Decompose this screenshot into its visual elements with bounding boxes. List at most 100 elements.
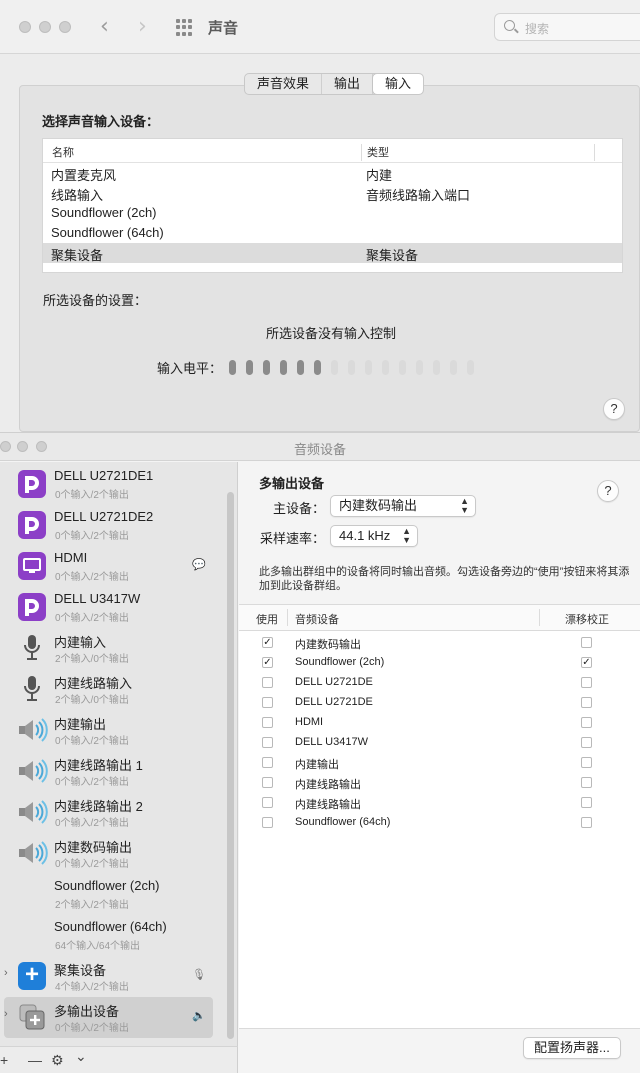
use-checkbox[interactable] (262, 797, 273, 808)
remove-device-button[interactable]: — (28, 1052, 42, 1068)
back-arrow-icon[interactable]: ‹ (100, 14, 109, 39)
use-checkbox[interactable] (262, 677, 273, 688)
help-button[interactable]: ? (603, 398, 625, 420)
tab-output[interactable]: 输出 (322, 74, 374, 94)
use-checkbox[interactable] (262, 697, 273, 708)
master-device-select[interactable]: 内建数码输出 ▲ ▼ (330, 495, 476, 517)
device-name: 内置麦克风 (51, 168, 117, 183)
disclosure-triangle-icon[interactable]: › (4, 967, 8, 979)
drift-correction-checkbox[interactable] (581, 697, 592, 708)
sidebar-item[interactable]: 内建数码输出 0个输入/2个输出 (0, 833, 225, 874)
tab-input[interactable]: 输入 (373, 74, 424, 94)
table-row[interactable]: Soundflower (2ch) (43, 203, 622, 223)
sidebar-item-label: DELL U2721DE1 (54, 468, 154, 483)
use-checkbox[interactable] (262, 777, 273, 788)
table-row: 内建输出 (239, 753, 640, 773)
drift-correction-checkbox[interactable] (581, 677, 592, 688)
close-window-button[interactable] (19, 21, 31, 33)
column-use-header[interactable]: 使用 (256, 611, 278, 627)
device-title: 多输出设备 (259, 476, 325, 491)
sidebar-item[interactable]: DELL U3417W 0个输入/2个输出 (0, 587, 225, 628)
column-type-header[interactable]: 类型 (367, 144, 389, 160)
device-name: 聚集设备 (51, 248, 104, 263)
search-placeholder: 搜索 (525, 22, 550, 36)
zoom-window-button[interactable] (59, 21, 71, 33)
sidebar-item[interactable]: › 多输出设备 0个输入/2个输出 🔈 (4, 997, 213, 1038)
column-device-header[interactable]: 音频设备 (295, 611, 339, 627)
sidebar-item[interactable]: › + 聚集设备 4个输入/2个输出 🎙 (0, 956, 225, 997)
drift-correction-checkbox[interactable] (581, 797, 592, 808)
minimize-window-button[interactable] (39, 21, 51, 33)
table-row: 内建线路输出 (239, 773, 640, 793)
sidebar-item[interactable]: 内建线路输入 2个输入/0个输出 (0, 669, 225, 710)
level-bar (348, 360, 355, 375)
level-bar (416, 360, 423, 375)
sidebar-item-io-count: 2个输入/0个输出 (55, 695, 129, 706)
table-row: ✓ 内建数码输出 (239, 633, 640, 653)
sample-rate-select[interactable]: 44.1 kHz ▲ ▼ (330, 525, 418, 547)
sidebar-item[interactable]: 内建线路输出 1 0个输入/2个输出 (0, 751, 225, 792)
level-bar (365, 360, 372, 375)
sidebar-item[interactable]: 内建线路输出 2 0个输入/2个输出 (0, 792, 225, 833)
sidebar-item[interactable]: 内建输出 0个输入/2个输出 (0, 710, 225, 751)
use-checkbox[interactable] (262, 737, 273, 748)
sidebar-item[interactable]: HDMI 0个输入/2个输出 💬 (0, 546, 225, 587)
search-icon (504, 20, 515, 31)
drift-correction-checkbox[interactable] (581, 777, 592, 788)
gear-icon[interactable]: ⚙ (51, 1052, 64, 1069)
sidebar-item-label: 内建线路输出 1 (54, 758, 143, 773)
forward-arrow-icon[interactable]: › (138, 14, 147, 39)
level-bar (314, 360, 321, 375)
chevron-down-icon[interactable]: ⌄ (75, 1048, 87, 1065)
use-checkbox[interactable]: ✓ (262, 637, 273, 648)
level-bar (263, 360, 270, 375)
displayport-icon (18, 470, 46, 498)
table-row[interactable]: 内置麦克风 内建 (43, 163, 622, 183)
audio-device-name: Soundflower (64ch) (295, 816, 391, 828)
tab-sound-effects[interactable]: 声音效果 (245, 74, 323, 94)
drift-correction-checkbox[interactable]: ✓ (581, 657, 592, 668)
table-row[interactable]: Soundflower (64ch) (43, 223, 622, 243)
audio-window-titlebar: 音频设备 (0, 433, 640, 461)
sidebar-item-label: 内建输入 (54, 635, 107, 650)
drift-correction-checkbox[interactable] (581, 717, 592, 728)
add-device-button[interactable]: + (0, 1052, 8, 1068)
multi-output-description: 此多输出群组中的设备将同时输出音频。勾选设备旁边的“使用”按钮来将其添加到此设备… (259, 566, 630, 592)
sidebar-footer: + — ⚙ ⌄ (0, 1046, 238, 1073)
device-type: 聚集设备 (366, 248, 419, 263)
search-field[interactable]: 搜索 (494, 13, 640, 41)
table-row: Soundflower (64ch) (239, 813, 640, 833)
microphone-icon (18, 675, 46, 703)
drift-correction-checkbox[interactable] (581, 757, 592, 768)
disclosure-triangle-icon[interactable]: › (4, 1008, 8, 1020)
table-row[interactable]: 线路输入 音频线路输入端口 (43, 183, 622, 203)
column-drift-header[interactable]: 漂移校正 (565, 611, 609, 627)
use-checkbox[interactable] (262, 717, 273, 728)
configure-speakers-button[interactable]: 配置扬声器... (523, 1037, 621, 1059)
sidebar-item[interactable]: DELL U2721DE2 0个输入/2个输出 (0, 505, 225, 546)
table-row: DELL U3417W (239, 733, 640, 753)
device-name: Soundflower (2ch) (51, 205, 157, 220)
drift-correction-checkbox[interactable] (581, 817, 592, 828)
column-name-header[interactable]: 名称 (52, 144, 74, 160)
sidebar-item[interactable]: Soundflower (64ch) 64个输入/64个输出 (0, 915, 225, 956)
sidebar-item[interactable]: DELL U2721DE1 0个输入/2个输出 (0, 464, 225, 505)
device-type: 音频线路输入端口 (366, 188, 471, 203)
sidebar-item[interactable]: Soundflower (2ch) 2个输入/2个输出 (0, 874, 225, 915)
table-row-selected[interactable]: 聚集设备 聚集设备 (43, 243, 622, 263)
use-checkbox[interactable] (262, 757, 273, 768)
level-bar (246, 360, 253, 375)
speaker-icon (18, 716, 48, 744)
drift-correction-checkbox[interactable] (581, 637, 592, 648)
speaker-icon (18, 798, 48, 826)
show-all-grid-icon[interactable] (176, 19, 193, 36)
sidebar-scrollbar[interactable] (227, 492, 234, 1039)
table-row: DELL U2721DE (239, 673, 640, 693)
use-checkbox[interactable]: ✓ (262, 657, 273, 668)
help-button[interactable]: ? (597, 480, 619, 502)
sidebar-item[interactable]: 内建输入 2个输入/0个输出 (0, 628, 225, 669)
use-checkbox[interactable] (262, 817, 273, 828)
table-header: 使用 音频设备 漂移校正 (239, 605, 640, 631)
sidebar-item-io-count: 64个输入/64个输出 (55, 941, 141, 952)
drift-correction-checkbox[interactable] (581, 737, 592, 748)
